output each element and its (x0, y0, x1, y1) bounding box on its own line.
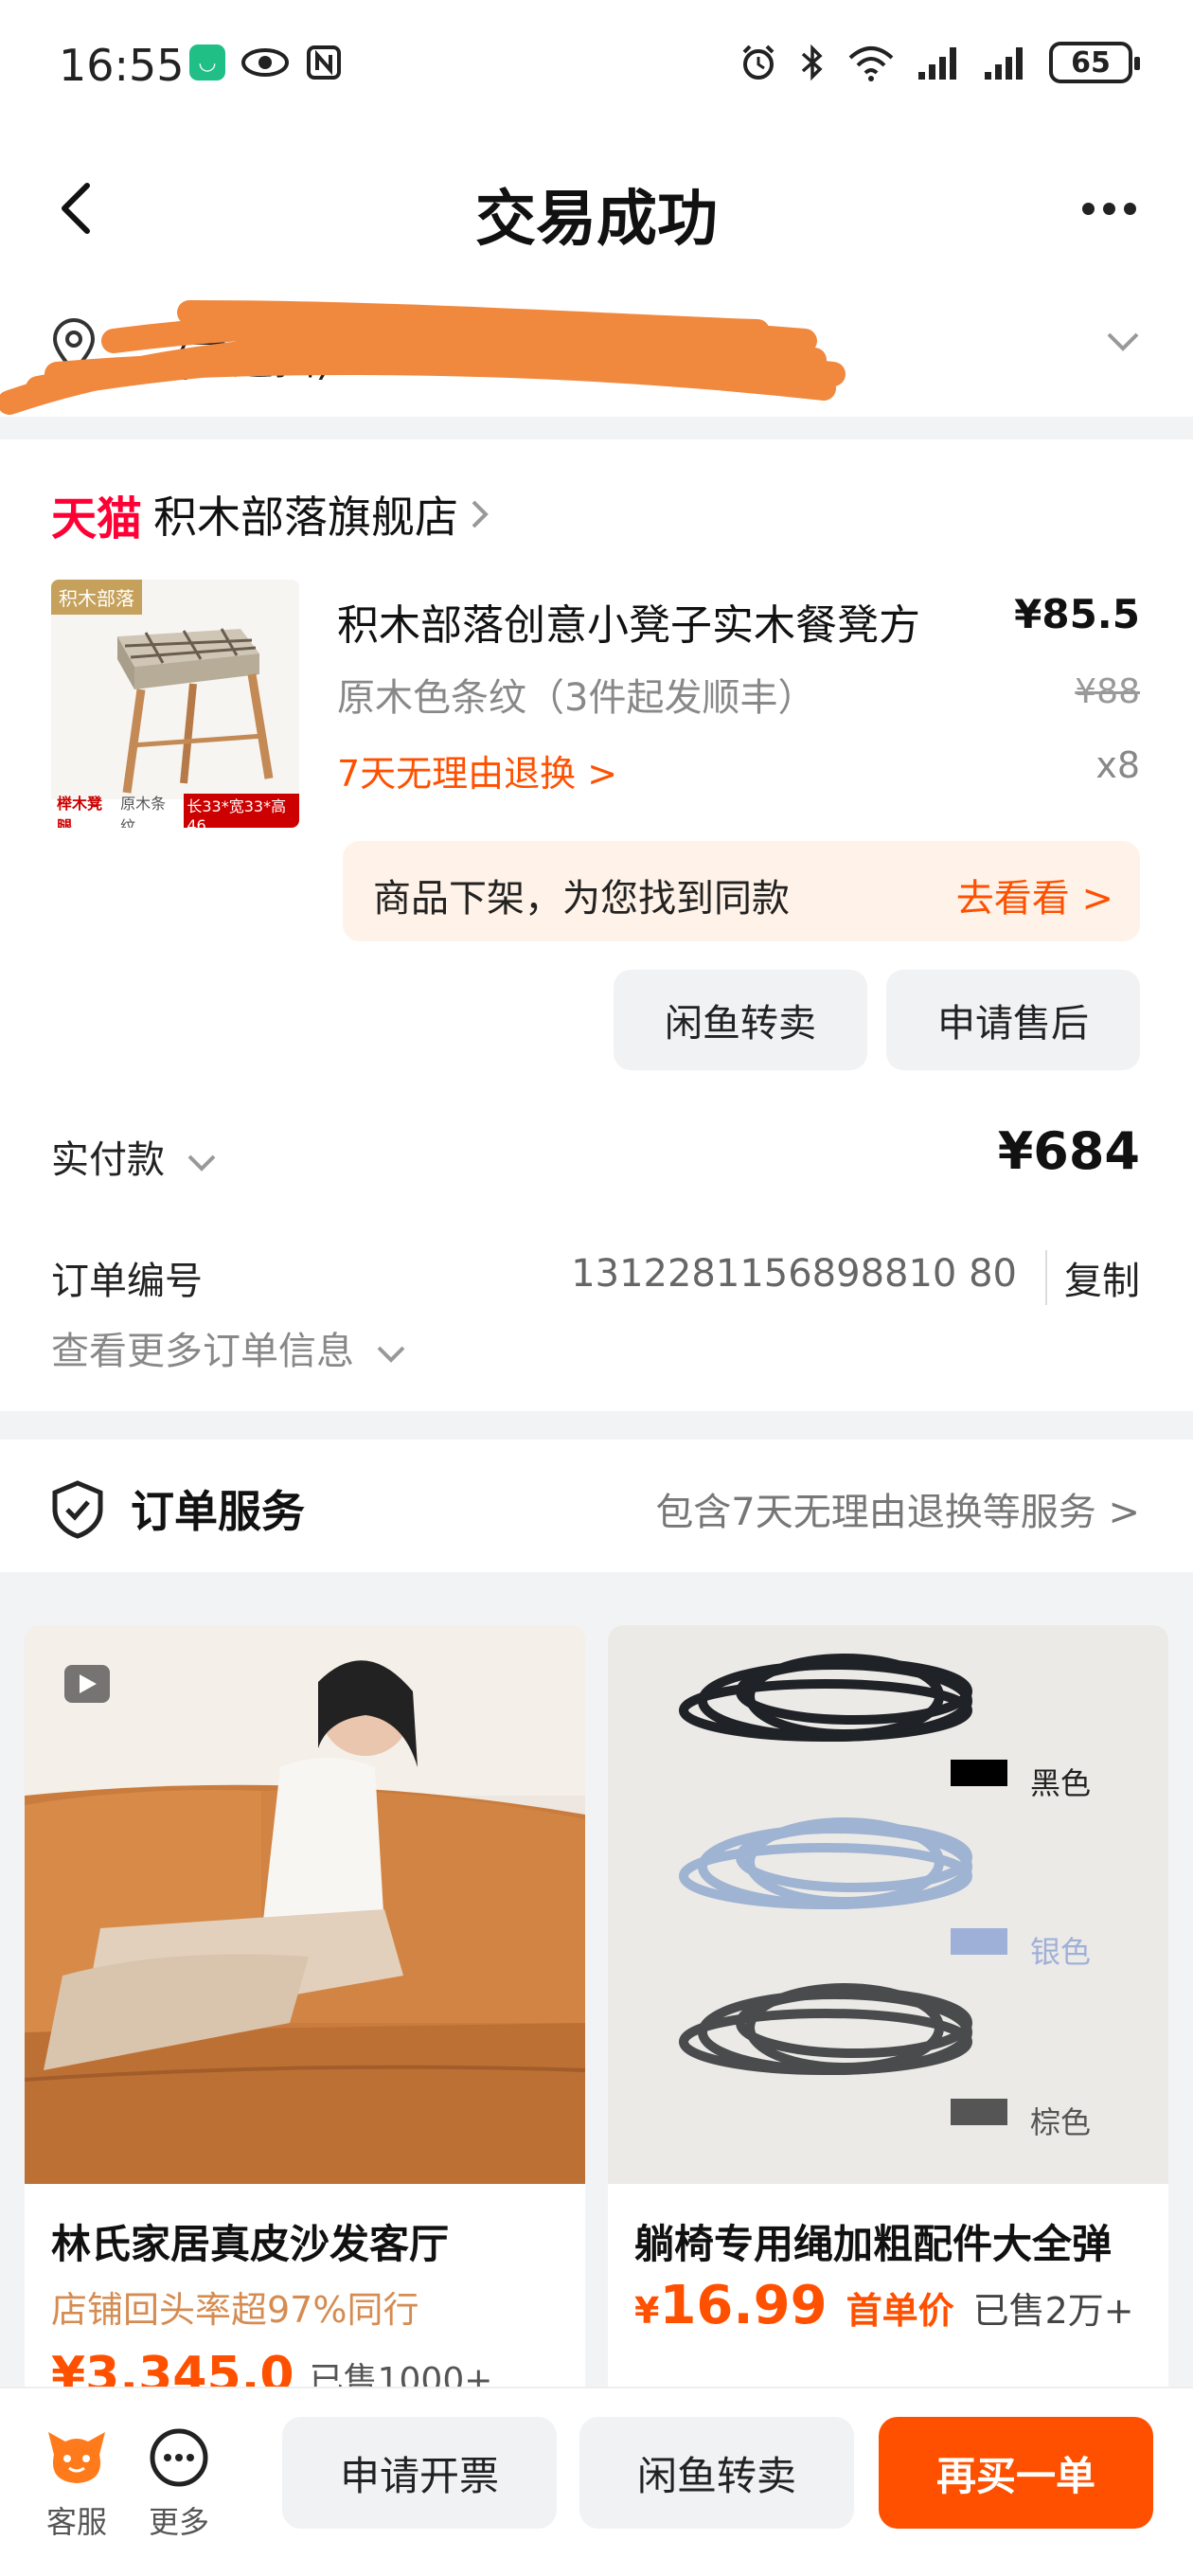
store-name: 积木部落旗舰店 (153, 492, 459, 543)
wifi-icon (848, 46, 894, 81)
nfc-icon (307, 45, 341, 80)
thumb-caption-left: 榉木凳腿 (57, 795, 103, 828)
more-options-button[interactable] (1066, 180, 1151, 237)
order-number-label: 订单编号 (51, 1260, 203, 1303)
return-policy-link[interactable]: 7天无理由退换 > (337, 744, 617, 796)
signal-icon-2 (985, 47, 1023, 80)
original-price: ¥88 (1075, 672, 1140, 711)
store-row[interactable]: 天猫 积木部落旗舰店 (51, 481, 490, 547)
customer-service-label: 客服 (45, 2504, 107, 2540)
rec-price-row: ¥16.99 首单价 已售2万+ (634, 2275, 1134, 2336)
first-order-tag: 首单价 (846, 2290, 954, 2332)
view-similar-link[interactable]: 去看看 > (956, 868, 1113, 922)
more-order-info[interactable]: 查看更多订单信息 (51, 1320, 406, 1375)
alarm-icon (742, 45, 775, 80)
status-right-icons: 65 (739, 42, 1140, 83)
copy-button[interactable]: 复制 (1045, 1250, 1140, 1305)
section-divider (0, 1411, 1193, 1440)
chevron-down-icon (1107, 332, 1139, 351)
order-number-row: 订单编号 1312281156898810 80 复制 (51, 1250, 1140, 1316)
product-spec: 原木色条纹（3件起发顺丰） (337, 676, 816, 720)
chevron-down-icon (377, 1346, 405, 1363)
chevron-right-icon (472, 500, 489, 528)
product-title[interactable]: 积木部落创意小凳子实木餐凳方 (337, 591, 920, 652)
status-bar: 16:55 ◡ 65 (0, 0, 1193, 133)
product-thumbnail[interactable]: 积木部落 榉木凳腿 原木条纹 长33*宽33*高46 (51, 580, 299, 828)
chevron-down-icon (187, 1154, 216, 1172)
order-number: 1312281156898810 80 (571, 1252, 1017, 1296)
customer-service-button[interactable]: 客服 (34, 2426, 119, 2542)
rec-subtitle: 店铺回头率超97%同行 (51, 2289, 419, 2331)
recommendation-card[interactable]: 黑色 银色 棕色 躺椅专用绳加粗配件大全弹 ¥16.99 首单价 已售2万+ (608, 1625, 1168, 2402)
resell-bottom-button[interactable]: 闲鱼转卖 (579, 2417, 854, 2529)
payment-label-wrap[interactable]: 实付款 (51, 1129, 217, 1184)
rec-title: 林氏家居真皮沙发客厅 (51, 2221, 450, 2267)
resell-button[interactable]: 闲鱼转卖 (614, 970, 867, 1070)
after-sale-button[interactable]: 申请售后 (886, 970, 1140, 1070)
status-left-icons: ◡ (189, 44, 343, 81)
bluetooth-icon (801, 44, 823, 81)
service-title: 订单服务 (131, 1486, 305, 1537)
eye-icon (241, 48, 289, 77)
product-price: ¥85.5 (1014, 591, 1140, 637)
rec-title: 躺椅专用绳加粗配件大全弹 (634, 2221, 1113, 2267)
redaction-scribble (0, 300, 846, 415)
off-shelf-text: 商品下架，为您找到同款 (373, 877, 790, 921)
payment-label: 实付款 (51, 1138, 165, 1182)
address-row[interactable]: …(已遮挡)… (0, 284, 1193, 415)
rec-yen: ¥ (634, 2290, 660, 2332)
rec-price: 16.99 (659, 2275, 828, 2336)
payment-row: 实付款 ¥684 (51, 1121, 1140, 1197)
rebuy-button[interactable]: 再买一单 (879, 2417, 1153, 2529)
section-divider (0, 417, 1193, 439)
color-label-brown: 棕色 (1030, 2104, 1092, 2140)
rec-price-wrap: ¥16.99 (634, 2275, 828, 2336)
page-title: 交易成功 (475, 185, 718, 255)
signal-icon-1 (918, 47, 956, 80)
bottom-action-bar: 客服 更多 申请开票 闲鱼转卖 再买一单 (0, 2387, 1193, 2576)
invoice-button[interactable]: 申请开票 (282, 2417, 557, 2529)
sofa-product-image (25, 1625, 585, 2184)
customer-service-icon (48, 2432, 105, 2483)
color-label-black: 黑色 (1030, 1765, 1092, 1801)
shield-check-icon (52, 1480, 103, 1539)
thumb-brand-tag: 积木部落 (51, 580, 142, 615)
nav-bar: 交易成功 (0, 142, 1193, 275)
service-desc: 包含7天无理由退换等服务 > (655, 1491, 1140, 1534)
thumb-caption-right: 长33*宽33*高46 (184, 793, 299, 828)
order-service-row[interactable]: 订单服务 包含7天无理由退换等服务 > (0, 1440, 1193, 1572)
recommendation-card[interactable]: 林氏家居真皮沙发客厅 店铺回头率超97%同行 ¥3,345.0 已售1000+ (25, 1625, 585, 2402)
color-label-silver: 银色 (1030, 1934, 1092, 1970)
more-label: 更多 (148, 2504, 209, 2540)
more-button[interactable]: 更多 (136, 2426, 222, 2542)
product-quantity: x8 (1095, 744, 1140, 786)
off-shelf-notice[interactable]: 商品下架，为您找到同款 去看看 > (343, 841, 1140, 941)
payment-amount: ¥684 (997, 1121, 1140, 1181)
rec-sold: 已售2万+ (972, 2290, 1134, 2332)
battery-indicator: 65 (1049, 42, 1140, 83)
thumb-caption: 榉木凳腿 原木条纹 长33*宽33*高46 (51, 793, 299, 828)
mi-app-icon: ◡ (189, 45, 225, 80)
more-circle-icon (150, 2428, 208, 2487)
tmall-logo: 天猫 (51, 492, 143, 546)
thumb-caption-mid: 原木条纹 (120, 795, 167, 828)
status-time: 16:55 (59, 40, 185, 91)
order-card: 天猫 积木部落旗舰店 积木部落 榉木凳腿 原木条纹 长33*宽33*高46 积木… (0, 439, 1193, 1411)
more-order-info-label: 查看更多订单信息 (51, 1330, 354, 1373)
